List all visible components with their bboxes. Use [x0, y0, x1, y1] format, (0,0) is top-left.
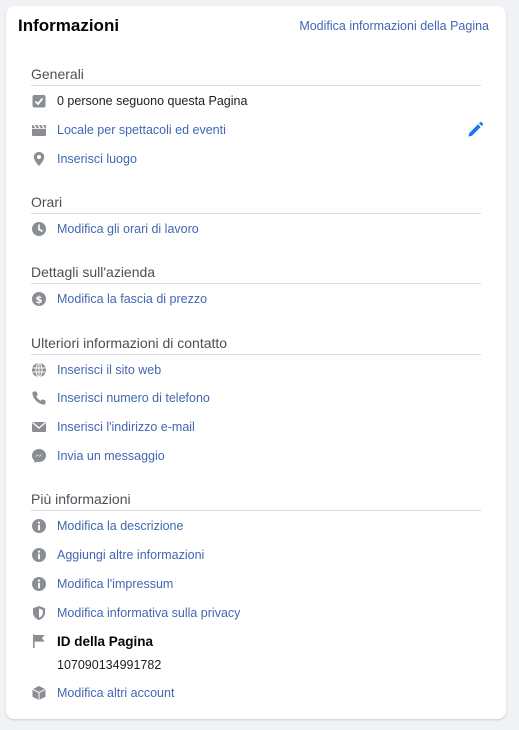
clapperboard-icon	[31, 122, 47, 138]
privacy-link[interactable]: Modifica informativa sulla privacy	[57, 606, 240, 620]
svg-text:$: $	[36, 295, 43, 306]
location-row[interactable]: Inserisci luogo	[31, 149, 486, 169]
more-info-link[interactable]: Aggiungi altre informazioni	[57, 548, 204, 562]
other-accounts-link[interactable]: Modifica altri account	[57, 686, 174, 700]
description-link[interactable]: Modifica la descrizione	[57, 519, 183, 533]
message-link[interactable]: Invia un messaggio	[57, 449, 165, 463]
section-header-altro: Più informazioni	[31, 491, 481, 511]
hours-row[interactable]: Modifica gli orari di lavoro	[31, 219, 486, 239]
impressum-row[interactable]: Modifica l'impressum	[31, 574, 486, 594]
section-header-contatti: Ulteriori informazioni di contatto	[31, 335, 481, 355]
location-link[interactable]: Inserisci luogo	[57, 152, 137, 166]
price-row[interactable]: $ Modifica la fascia di prezzo	[31, 289, 486, 309]
followers-text: 0 persone seguono questa Pagina	[57, 94, 248, 108]
email-link[interactable]: Inserisci l'indirizzo e-mail	[57, 420, 195, 434]
info-icon	[31, 518, 47, 534]
price-link[interactable]: Modifica la fascia di prezzo	[57, 292, 207, 306]
messenger-icon	[31, 448, 47, 464]
phone-link[interactable]: Inserisci numero di telefono	[57, 391, 210, 405]
flag-icon	[31, 633, 47, 649]
section-header-orari: Orari	[31, 194, 481, 214]
privacy-row[interactable]: Modifica informativa sulla privacy	[31, 603, 486, 623]
impressum-link[interactable]: Modifica l'impressum	[57, 577, 173, 591]
about-card: Informazioni Modifica informazioni della…	[6, 6, 506, 719]
clock-icon	[31, 221, 47, 237]
edit-page-info-link[interactable]: Modifica informazioni della Pagina	[299, 19, 489, 33]
more-info-row[interactable]: Aggiungi altre informazioni	[31, 545, 486, 565]
hours-link[interactable]: Modifica gli orari di lavoro	[57, 222, 199, 236]
shield-icon	[31, 605, 47, 621]
page-id-row: ID della Pagina	[31, 631, 486, 651]
cube-icon	[31, 685, 47, 701]
edit-pencil-icon[interactable]	[466, 121, 484, 139]
website-link[interactable]: Inserisci il sito web	[57, 363, 161, 377]
globe-icon	[31, 362, 47, 378]
phone-icon	[31, 390, 47, 406]
map-pin-icon	[31, 151, 47, 167]
description-row[interactable]: Modifica la descrizione	[31, 516, 486, 536]
page-id-value: 107090134991782	[57, 658, 162, 672]
info-icon	[31, 547, 47, 563]
envelope-icon	[31, 419, 47, 435]
section-header-generali: Generali	[31, 66, 481, 86]
message-row[interactable]: Invia un messaggio	[31, 446, 486, 466]
other-accounts-row[interactable]: Modifica altri account	[31, 683, 486, 703]
category-link[interactable]: Locale per spettacoli ed eventi	[57, 123, 226, 137]
website-row[interactable]: Inserisci il sito web	[31, 360, 486, 380]
section-header-azienda: Dettagli sull'azienda	[31, 264, 481, 284]
card-title: Informazioni	[18, 16, 120, 35]
followers-row: 0 persone seguono questa Pagina	[31, 91, 486, 111]
followers-icon	[31, 93, 47, 109]
email-row[interactable]: Inserisci l'indirizzo e-mail	[31, 417, 486, 437]
page-id-label: ID della Pagina	[57, 633, 154, 649]
info-icon	[31, 576, 47, 592]
category-row[interactable]: Locale per spettacoli ed eventi	[31, 120, 486, 140]
phone-row[interactable]: Inserisci numero di telefono	[31, 388, 486, 408]
dollar-icon: $	[31, 291, 47, 307]
